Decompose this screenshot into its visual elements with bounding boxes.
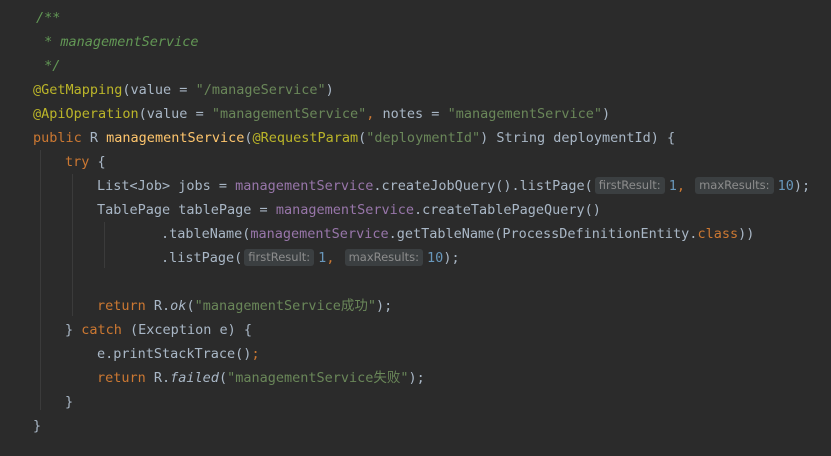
code-token: 1 [668,178,677,194]
code-token: ); [443,250,460,266]
indent-guide [104,222,105,268]
code-token: "managementService" [211,106,367,122]
code-token: "managementService" [447,106,602,122]
code-token: managementService [275,202,414,218]
code-token: ) String deploymentId) { [480,130,676,146]
code-token: class [697,226,739,242]
indent-guide [40,150,41,410]
code-token: .getTableName(ProcessDefinitionEntity. [388,226,698,242]
code-token: @ApiOperation [33,106,139,122]
code-token: try [65,154,98,170]
code-token: "deploymentId" [366,130,481,146]
parameter-hint: firstResult: [594,177,665,194]
code-line[interactable]: .listPage(firstResult: 1, maxResults: 10); [161,246,460,270]
code-line[interactable]: e.printStackTrace(); [97,342,260,366]
code-token: ) [602,106,611,122]
code-line[interactable]: try { [65,150,106,174]
code-line[interactable]: @ApiOperation(value = "managementService… [33,102,610,126]
code-token: managementService [235,178,374,194]
code-token: , [326,250,343,266]
code-token: /** [36,10,61,26]
code-token: e.printStackTrace() [97,346,252,362]
code-token: } [65,394,74,410]
code-token: "managementService失败" [227,370,409,386]
code-token: (value = [138,106,212,122]
code-token: .listPage( [161,250,243,266]
code-line[interactable]: .tableName(managementService.getTableNam… [161,222,754,246]
code-token: R. [153,298,171,314]
code-token: "/manageService" [195,82,326,98]
code-token: return [97,370,154,386]
code-token: * managementService [36,34,199,50]
code-token: R [89,130,107,146]
code-token: ( [218,370,228,386]
code-line[interactable]: public R managementService(@RequestParam… [33,126,675,150]
code-token: ); [408,370,425,386]
code-line[interactable]: } [33,414,41,438]
code-token: { [97,154,106,170]
code-line[interactable]: * managementService [36,30,199,54]
code-line[interactable]: return R.failed("managementService失败"); [97,366,425,390]
code-editor[interactable]: /** * managementService */@GetMapping(va… [0,0,831,456]
parameter-hint: firstResult: [244,249,315,266]
code-token: return [97,298,154,314]
code-line[interactable]: TablePage tablePage = managementService.… [97,198,601,222]
code-line[interactable]: */ [36,54,60,78]
code-token: public [33,130,90,146]
code-token: managementService [106,130,245,146]
code-line[interactable]: } [65,390,73,414]
code-token: 10 [777,178,794,194]
code-token: TablePage tablePage = [97,202,276,218]
code-token: notes = [382,106,448,122]
code-line[interactable]: } catch (Exception e) { [65,318,252,342]
code-line[interactable]: @GetMapping(value = "/manageService") [33,78,334,102]
code-token: (value = [122,82,196,98]
code-token: List<Job> jobs = [97,178,236,194]
code-token: ) [325,82,334,98]
code-token: )) [738,226,755,242]
code-token: ( [186,298,195,314]
code-token: } [33,418,42,434]
code-token: R. [153,370,171,386]
code-token: managementService [250,226,389,242]
code-token: } [65,322,82,338]
code-token: .createTablePageQuery() [413,202,601,218]
parameter-hint: maxResults: [344,249,424,266]
code-token: @GetMapping [33,82,123,98]
code-token: ; [251,346,260,362]
code-token: .createJobQuery().listPage( [373,178,593,194]
code-line[interactable]: /** [36,6,60,30]
code-token: 10 [427,250,444,266]
code-token: (Exception e) { [130,322,252,338]
indent-guide [72,174,73,316]
code-line[interactable]: return R.ok("managementService成功"); [97,294,392,318]
code-token: failed [170,370,219,386]
code-token: , [366,106,383,122]
code-token: */ [36,58,61,74]
code-token: , [676,178,694,194]
code-token: "managementService成功" [194,298,377,314]
code-token: catch [81,322,131,338]
code-token: ok [170,298,187,314]
code-token: .tableName( [161,226,251,242]
parameter-hint: maxResults: [695,177,774,194]
code-token: ); [376,298,393,314]
code-token: ); [793,178,811,194]
code-token: @RequestParam [252,130,359,146]
code-line[interactable]: List<Job> jobs = managementService.creat… [97,174,810,198]
